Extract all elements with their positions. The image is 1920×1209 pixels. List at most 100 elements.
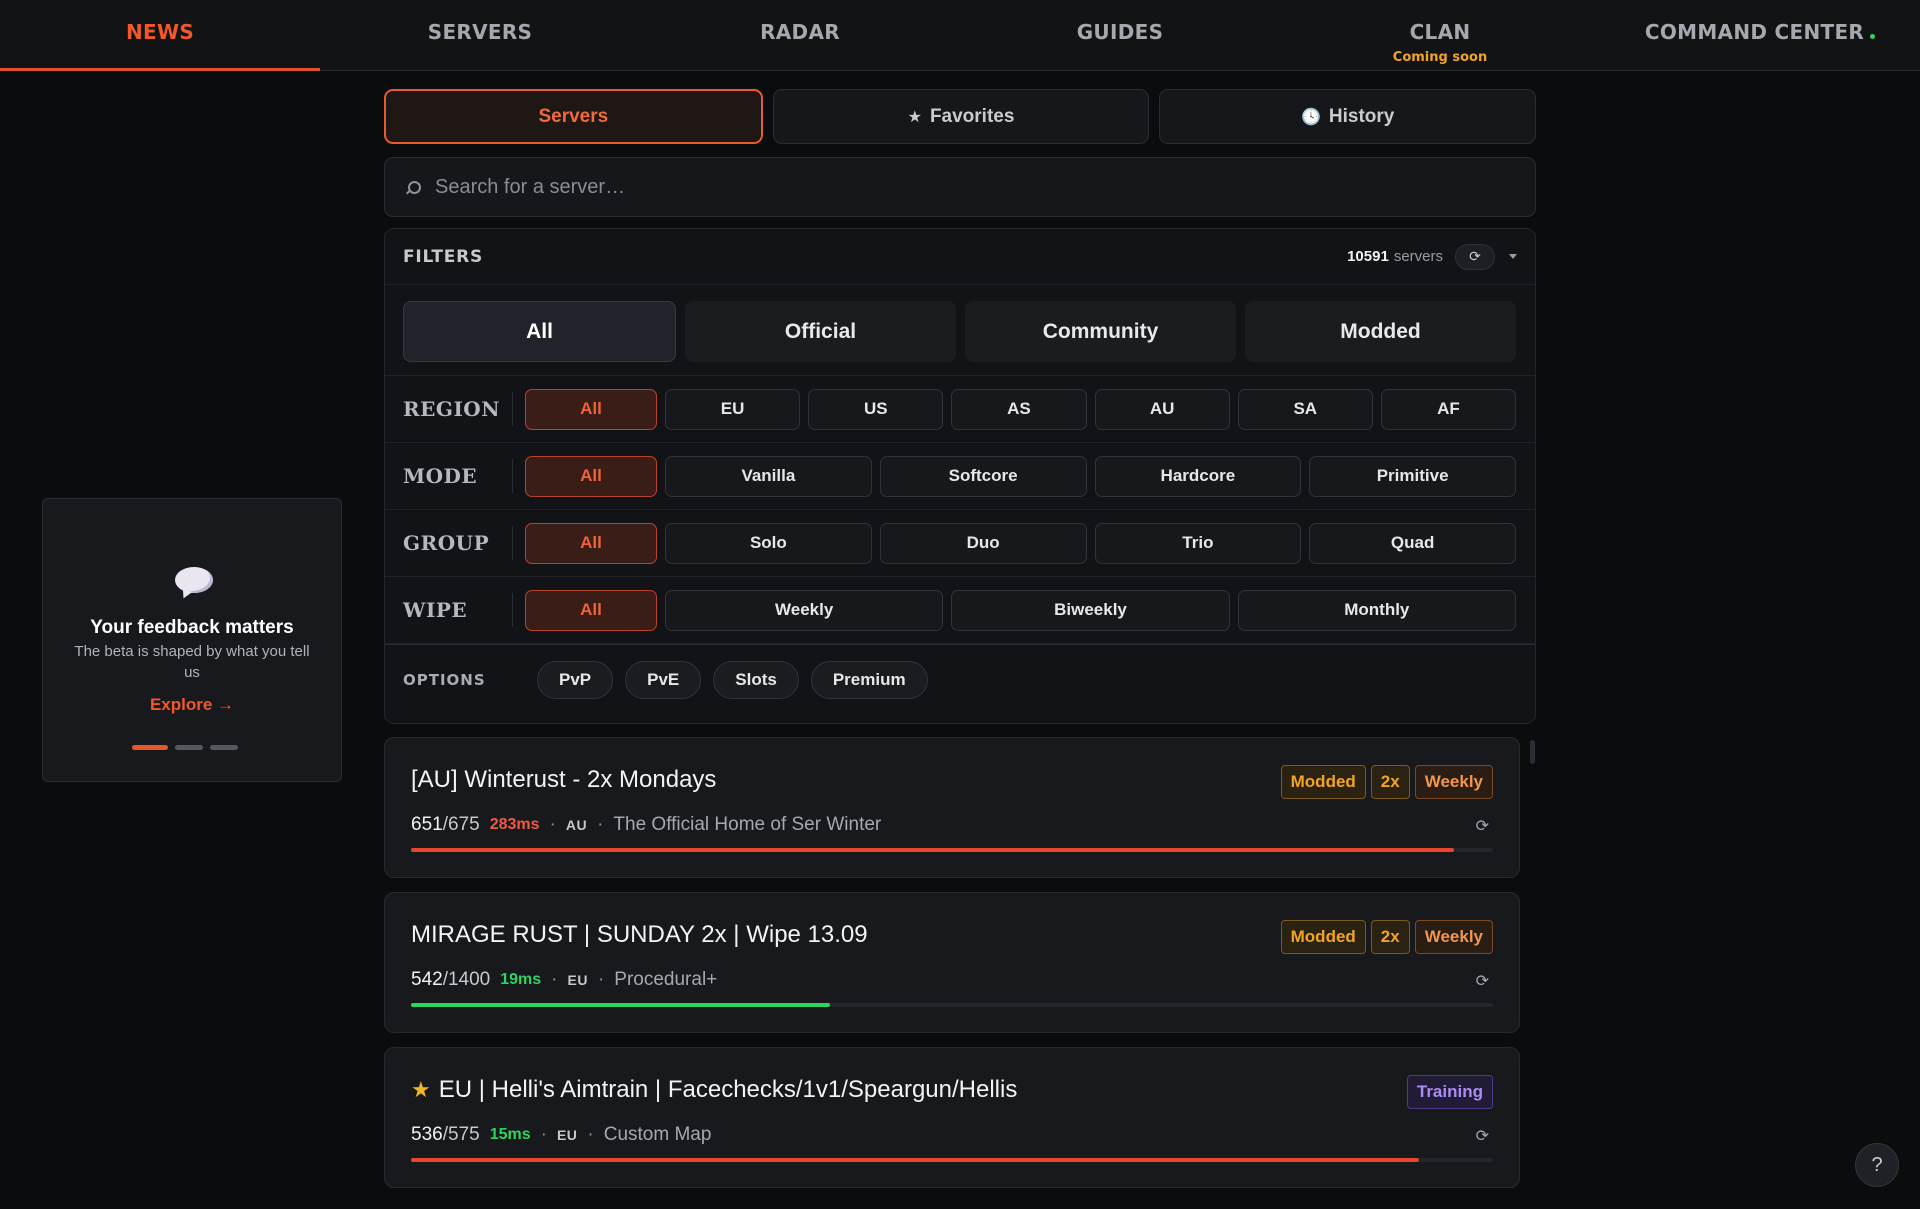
scrollbar-thumb[interactable] xyxy=(1530,740,1535,764)
mode-option-hardcore[interactable]: Hardcore xyxy=(1094,455,1302,497)
collapse-caret-icon[interactable] xyxy=(1509,254,1517,259)
mode-option-softcore[interactable]: Softcore xyxy=(879,455,1087,497)
help-button[interactable]: ? xyxy=(1855,1143,1899,1187)
tab-servers[interactable]: Servers xyxy=(384,89,763,144)
region-option-as[interactable]: AS xyxy=(951,388,1087,430)
mode-option-all[interactable]: All xyxy=(525,455,657,497)
type-official[interactable]: Official xyxy=(685,301,956,362)
nav-label: SERVERS xyxy=(427,20,533,44)
carousel-dot[interactable] xyxy=(175,745,203,750)
server-count-value: 10591 xyxy=(1347,248,1389,265)
type-modded[interactable]: Modded xyxy=(1245,301,1516,362)
region-option-all[interactable]: All xyxy=(525,388,657,430)
wipe-option-monthly[interactable]: Monthly xyxy=(1237,589,1516,631)
type-community[interactable]: Community xyxy=(965,301,1236,362)
player-count: 651/675 xyxy=(411,814,480,836)
nav-item-command-center[interactable]: COMMAND CENTER xyxy=(1600,0,1920,70)
nav-item-guides[interactable]: GUIDES xyxy=(960,0,1280,70)
wipe-option-all[interactable]: All xyxy=(525,589,657,631)
players-max: /575 xyxy=(442,1124,480,1145)
server-name: [AU] Winterust - 2x Mondays xyxy=(411,766,716,794)
nav-item-radar[interactable]: RADAR xyxy=(640,0,960,70)
help-icon: ? xyxy=(1871,1153,1883,1176)
server-card[interactable]: [AU] Winterust - 2x Mondays Modded 2x We… xyxy=(384,737,1520,878)
wipe-options: All Weekly Biweekly Monthly xyxy=(525,589,1516,631)
separator: · xyxy=(597,969,605,990)
region-option-af[interactable]: AF xyxy=(1380,388,1517,430)
server-card[interactable]: MIRAGE RUST | SUNDAY 2x | Wipe 13.09 Mod… xyxy=(384,892,1520,1033)
players-max: /1400 xyxy=(442,969,491,990)
server-meta: 536/575 15ms · EU · Custom Map xyxy=(411,1124,711,1146)
server-tags: Modded 2x Weekly xyxy=(1280,765,1493,799)
server-card[interactable]: ★ EU | Helli's Aimtrain | Facechecks/1v1/… xyxy=(384,1047,1520,1188)
nav-label: COMMAND CENTER xyxy=(1644,20,1865,44)
tag-wipe: Weekly xyxy=(1414,920,1493,954)
carousel-dots xyxy=(132,745,238,750)
nav-label: RADAR xyxy=(760,20,840,44)
region-filter: REGION All EU US AS AU SA AF xyxy=(385,376,1535,443)
filters-header: FILTERS 10591 servers ⟳ xyxy=(385,229,1535,285)
tab-favorites[interactable]: ★ Favorites xyxy=(772,89,1150,144)
region-option-us[interactable]: US xyxy=(808,388,944,430)
group-label: GROUP xyxy=(403,526,513,560)
option-premium[interactable]: Premium xyxy=(810,660,928,699)
option-pvp[interactable]: PvP xyxy=(537,660,614,699)
refresh-icon[interactable]: ⟳ xyxy=(1476,971,1489,991)
mode-option-vanilla[interactable]: Vanilla xyxy=(665,455,872,497)
group-filter: GROUP All Solo Duo Trio Quad xyxy=(385,510,1535,577)
nav-item-clan[interactable]: CLAN Coming soon xyxy=(1280,0,1600,70)
tag-modded: Modded xyxy=(1280,920,1366,954)
type-all[interactable]: All xyxy=(403,301,676,362)
region-option-au[interactable]: AU xyxy=(1094,388,1230,430)
population-bar-fill xyxy=(411,1158,1420,1162)
refresh-icon[interactable]: ⟳ xyxy=(1476,816,1489,836)
separator: · xyxy=(549,814,556,835)
nav-item-news[interactable]: NEWS xyxy=(0,0,320,71)
population-bar xyxy=(411,1003,1493,1007)
search-input[interactable] xyxy=(435,175,1452,199)
players-max: /675 xyxy=(442,814,480,835)
nav-label: GUIDES xyxy=(1076,20,1164,44)
live-status-dot xyxy=(1870,33,1876,39)
feedback-card: Your feedback matters The beta is shaped… xyxy=(42,498,342,782)
carousel-dot[interactable] xyxy=(132,745,168,750)
tag-multiplier: 2x xyxy=(1370,920,1410,954)
wipe-option-biweekly[interactable]: Biweekly xyxy=(951,589,1230,631)
group-option-quad[interactable]: Quad xyxy=(1309,522,1516,564)
player-count: 536/575 xyxy=(411,1124,480,1146)
carousel-dot[interactable] xyxy=(210,745,238,750)
players-online: 651 xyxy=(411,814,443,835)
tab-history[interactable]: 🕓 History xyxy=(1159,89,1537,144)
region-option-sa[interactable]: SA xyxy=(1237,388,1373,430)
option-pve[interactable]: PvE xyxy=(625,660,702,699)
ping-value: 19ms xyxy=(500,971,542,988)
group-option-all[interactable]: All xyxy=(525,522,657,564)
server-region: AU xyxy=(565,817,588,833)
group-option-trio[interactable]: Trio xyxy=(1094,522,1302,564)
mode-option-primitive[interactable]: Primitive xyxy=(1309,455,1516,497)
server-name: ★ EU | Helli's Aimtrain | Facechecks/1v1/… xyxy=(411,1076,1017,1104)
separator: · xyxy=(597,814,604,835)
option-slots[interactable]: Slots xyxy=(713,660,799,699)
nav-item-servers[interactable]: SERVERS xyxy=(320,0,640,70)
browser-tabs: Servers ★ Favorites 🕓 History xyxy=(384,89,1537,144)
group-option-solo[interactable]: Solo xyxy=(665,522,872,564)
favorite-star-icon[interactable]: ★ xyxy=(411,1077,431,1103)
region-option-eu[interactable]: EU xyxy=(665,388,801,430)
group-option-duo[interactable]: Duo xyxy=(879,522,1087,564)
separator: · xyxy=(587,1124,594,1145)
players-online: 536 xyxy=(411,1124,443,1145)
explore-link[interactable]: Explore → xyxy=(43,695,341,715)
wipe-option-weekly[interactable]: Weekly xyxy=(665,589,944,631)
ping-value: 283ms xyxy=(489,816,540,833)
refresh-button[interactable]: ⟳ xyxy=(1455,243,1495,270)
server-name-text: EU | Helli's Aimtrain | Facechecks/1v1/S… xyxy=(438,1076,1018,1103)
tag-training: Training xyxy=(1406,1075,1493,1109)
population-bar-fill xyxy=(411,1003,830,1007)
refresh-icon[interactable]: ⟳ xyxy=(1476,1126,1489,1146)
ping-value: 15ms xyxy=(489,1126,531,1143)
speech-bubble-icon xyxy=(175,567,213,593)
population-bar xyxy=(411,1158,1493,1162)
server-tags: Training xyxy=(1406,1075,1493,1109)
coming-soon-badge: Coming soon xyxy=(1392,50,1488,65)
